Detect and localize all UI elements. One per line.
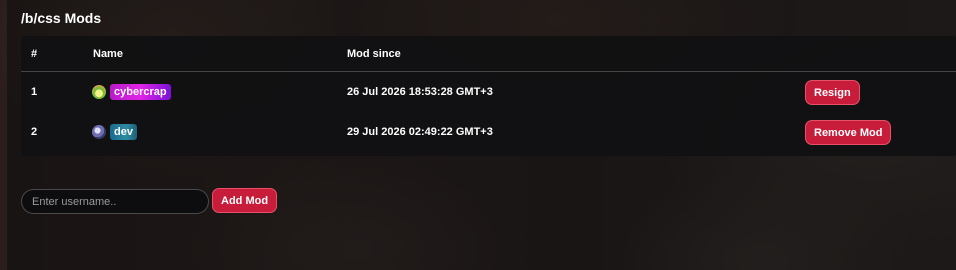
- header-index: #: [31, 48, 38, 60]
- row-index: 2: [31, 126, 38, 138]
- username-tag[interactable]: dev: [110, 124, 137, 140]
- user-cell: cybercrap: [92, 72, 171, 112]
- row-index: 1: [31, 86, 38, 98]
- mod-since-date: 26 Jul 2026 18:53:28 GMT+3: [347, 86, 493, 98]
- add-mod-button[interactable]: Add Mod: [212, 188, 278, 213]
- remove-mod-button[interactable]: Remove Mod: [805, 120, 892, 145]
- resign-button[interactable]: Resign: [805, 80, 860, 105]
- avatar[interactable]: [92, 85, 106, 99]
- table-row: 1 cybercrap 26 Jul 2026 18:53:28 GMT+3 R…: [21, 72, 956, 112]
- avatar[interactable]: [92, 125, 106, 139]
- user-cell: dev: [92, 112, 137, 152]
- header-name: Name: [93, 48, 123, 60]
- mods-table: # Name Mod since 1 cybercrap 26 Jul 2026…: [21, 36, 956, 156]
- table-row: 2 dev 29 Jul 2026 02:49:22 GMT+3 Remove …: [21, 112, 956, 152]
- mod-since-date: 29 Jul 2026 02:49:22 GMT+3: [347, 126, 493, 138]
- username-tag[interactable]: cybercrap: [110, 84, 171, 100]
- table-header: # Name Mod since: [21, 36, 956, 72]
- mods-panel: /b/css Mods # Name Mod since 1 cybercrap…: [6, 0, 956, 270]
- page-title: /b/css Mods: [21, 10, 102, 26]
- username-input[interactable]: [21, 189, 209, 214]
- header-mod-since: Mod since: [347, 48, 401, 60]
